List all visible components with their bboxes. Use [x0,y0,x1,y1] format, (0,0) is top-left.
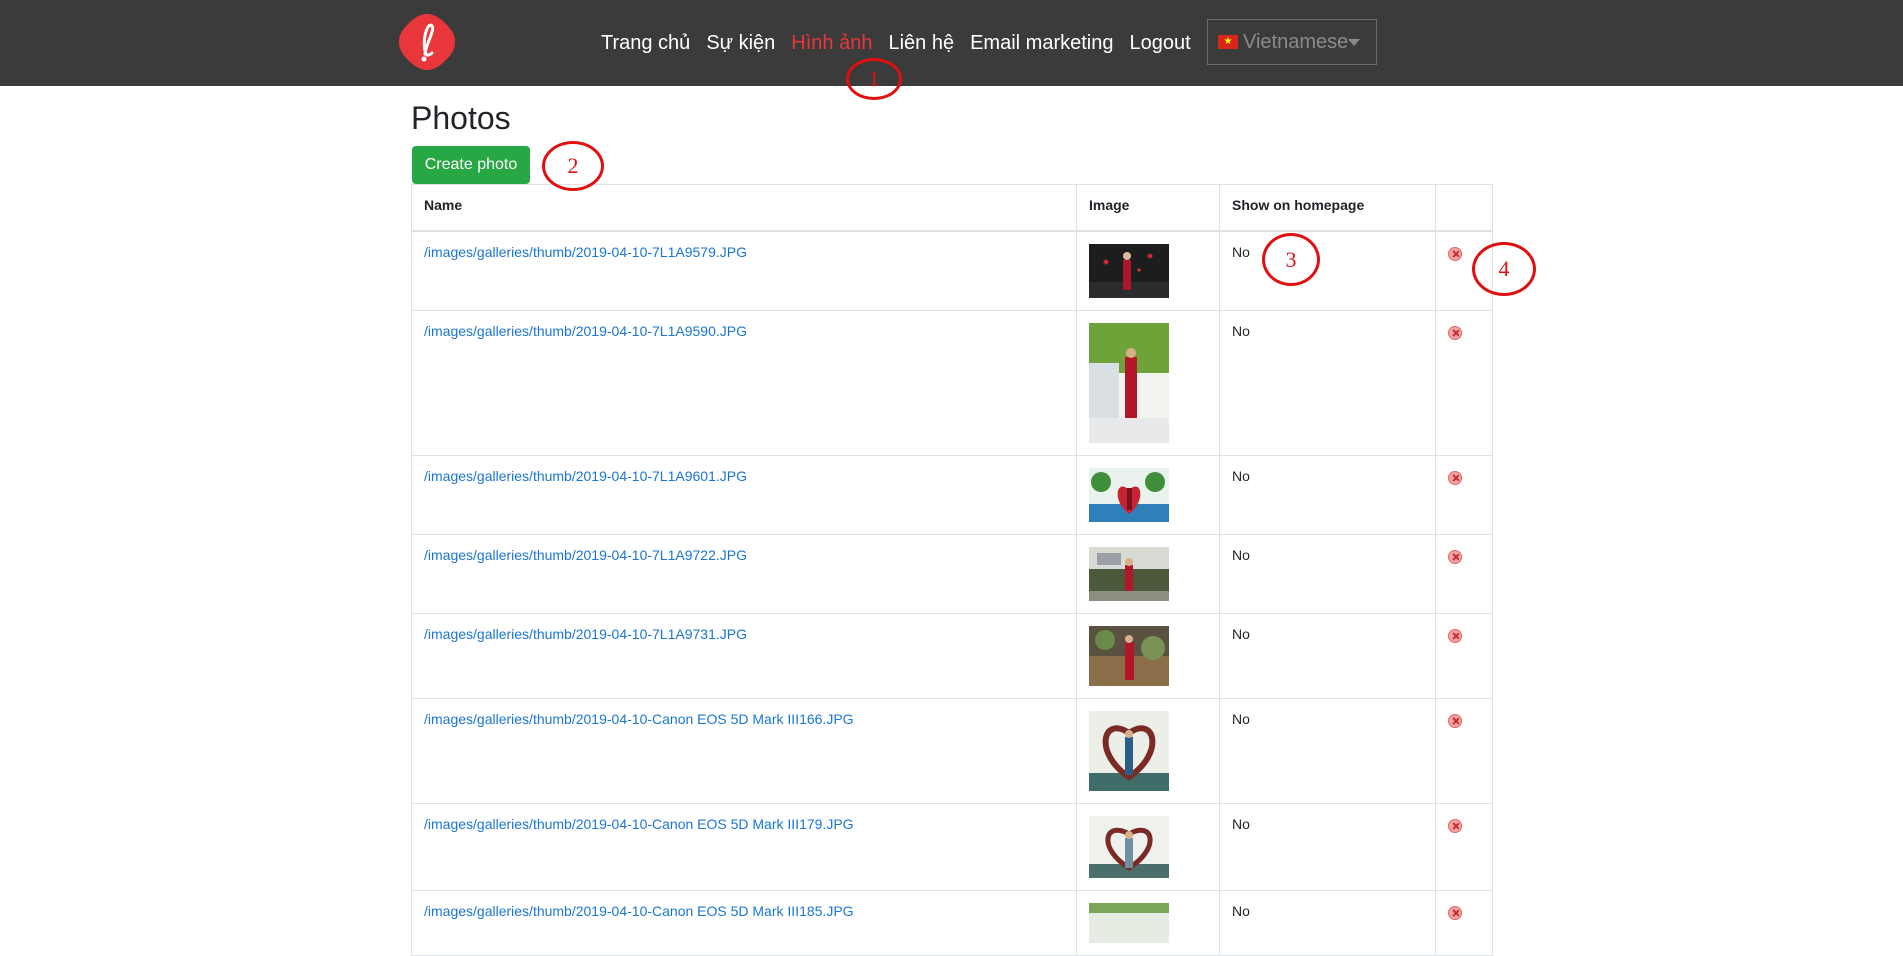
annotation-marker-1: 1 [846,58,902,100]
delete-icon[interactable] [1448,714,1462,728]
show-on-homepage-value: No [1232,626,1250,642]
photo-image-cell [1076,230,1220,311]
photo-name-cell: /images/galleries/thumb/2019-04-10-Canon… [411,890,1077,956]
show-on-homepage-value: No [1232,323,1250,339]
photo-thumbnail [1089,903,1169,943]
delete-icon[interactable] [1448,326,1462,340]
photo-thumbnail [1089,711,1169,791]
show-on-homepage-cell: No [1219,890,1436,956]
show-on-homepage-cell: No [1219,230,1436,311]
show-on-homepage-cell: No [1219,534,1436,614]
actions-cell [1435,310,1493,456]
photo-image-cell [1076,310,1220,456]
photo-thumbnail [1089,547,1169,601]
photo-name-cell: /images/galleries/thumb/2019-04-10-Canon… [411,803,1077,891]
table-row: /images/galleries/thumb/2019-04-10-7L1A9… [411,534,1493,614]
actions-cell [1435,455,1493,535]
table-row: /images/galleries/thumb/2019-04-10-7L1A9… [411,230,1493,311]
photo-name-cell: /images/galleries/thumb/2019-04-10-7L1A9… [411,613,1077,699]
show-on-homepage-cell: No [1219,698,1436,804]
column-header-image: Image [1076,184,1220,232]
show-on-homepage-value: No [1232,816,1250,832]
actions-cell [1435,890,1493,956]
show-on-homepage-value: No [1232,244,1250,260]
table-row: /images/galleries/thumb/2019-04-10-Canon… [411,698,1493,804]
photo-name-cell: /images/galleries/thumb/2019-04-10-7L1A9… [411,534,1077,614]
vietnam-flag-icon: ★ [1218,35,1238,49]
nav-item-1[interactable]: Sự kiện [706,33,775,53]
actions-cell [1435,803,1493,891]
delete-icon[interactable] [1448,471,1462,485]
photo-thumbnail [1089,323,1169,443]
show-on-homepage-cell: No [1219,310,1436,456]
delete-icon[interactable] [1448,906,1462,920]
photo-name-link[interactable]: /images/galleries/thumb/2019-04-10-7L1A9… [424,323,747,339]
language-select[interactable]: ★ Vietnamese [1207,19,1377,65]
photo-name-link[interactable]: /images/galleries/thumb/2019-04-10-Canon… [424,816,854,832]
photo-name-link[interactable]: /images/galleries/thumb/2019-04-10-7L1A9… [424,547,747,563]
main-nav: Trang chủ Sự kiện Hình ảnh Liên hệ Email mar… [601,0,1207,86]
column-header-show-on-homepage: Show on homepage [1219,184,1436,232]
nav-item-3[interactable]: Liên hệ [888,33,954,53]
photo-name-cell: /images/galleries/thumb/2019-04-10-7L1A9… [411,230,1077,311]
show-on-homepage-cell: No [1219,613,1436,699]
photo-image-cell [1076,613,1220,699]
actions-cell [1435,698,1493,804]
show-on-homepage-value: No [1232,547,1250,563]
show-on-homepage-cell: No [1219,455,1436,535]
photo-name-link[interactable]: /images/galleries/thumb/2019-04-10-7L1A9… [424,244,747,260]
show-on-homepage-cell: No [1219,803,1436,891]
chevron-down-icon [1348,39,1360,46]
photo-image-cell [1076,890,1220,956]
photo-image-cell [1076,455,1220,535]
photo-image-cell [1076,803,1220,891]
photo-name-link[interactable]: /images/galleries/thumb/2019-04-10-Canon… [424,711,854,727]
annotation-marker-4: 4 [1472,242,1536,296]
photo-image-cell [1076,534,1220,614]
delete-icon[interactable] [1448,550,1462,564]
photo-name-link[interactable]: /images/galleries/thumb/2019-04-10-7L1A9… [424,468,747,484]
nav-item-5[interactable]: Logout [1129,33,1190,53]
nav-item-4[interactable]: Email marketing [970,33,1113,53]
show-on-homepage-value: No [1232,468,1250,484]
table-header-row: Name Image Show on homepage [411,184,1493,232]
photo-thumbnail [1089,626,1169,686]
nav-item-0[interactable]: Trang chủ [601,33,690,53]
nav-item-2[interactable]: Hình ảnh [791,33,872,53]
photo-name-link[interactable]: /images/galleries/thumb/2019-04-10-Canon… [424,903,854,919]
actions-cell [1435,534,1493,614]
top-navbar: Trang chủ Sự kiện Hình ảnh Liên hệ Email mar… [0,0,1903,86]
column-header-name: Name [411,184,1077,232]
page-title: Photos [411,100,511,136]
table-row: /images/galleries/thumb/2019-04-10-7L1A9… [411,613,1493,699]
annotation-marker-2: 2 [542,141,604,191]
photos-table: Name Image Show on homepage /images/gall… [411,184,1493,956]
column-header-actions [1435,184,1493,232]
show-on-homepage-value: No [1232,711,1250,727]
show-on-homepage-value: No [1232,903,1250,919]
create-photo-button[interactable]: Create photo [412,146,530,184]
photo-name-cell: /images/galleries/thumb/2019-04-10-7L1A9… [411,310,1077,456]
site-logo[interactable] [397,12,457,72]
table-row: /images/galleries/thumb/2019-04-10-Canon… [411,803,1493,891]
photo-thumbnail [1089,816,1169,878]
language-label: Vietnamese [1243,31,1349,53]
table-row: /images/galleries/thumb/2019-04-10-7L1A9… [411,310,1493,456]
photo-name-link[interactable]: /images/galleries/thumb/2019-04-10-7L1A9… [424,626,747,642]
table-row: /images/galleries/thumb/2019-04-10-7L1A9… [411,455,1493,535]
delete-icon[interactable] [1448,819,1462,833]
actions-cell [1435,613,1493,699]
delete-icon[interactable] [1448,629,1462,643]
photo-thumbnail [1089,244,1169,298]
photo-thumbnail [1089,468,1169,522]
photo-name-cell: /images/galleries/thumb/2019-04-10-7L1A9… [411,455,1077,535]
table-row: /images/galleries/thumb/2019-04-10-Canon… [411,890,1493,956]
photo-name-cell: /images/galleries/thumb/2019-04-10-Canon… [411,698,1077,804]
photo-image-cell [1076,698,1220,804]
delete-icon[interactable] [1448,247,1462,261]
annotation-marker-3: 3 [1262,233,1320,286]
